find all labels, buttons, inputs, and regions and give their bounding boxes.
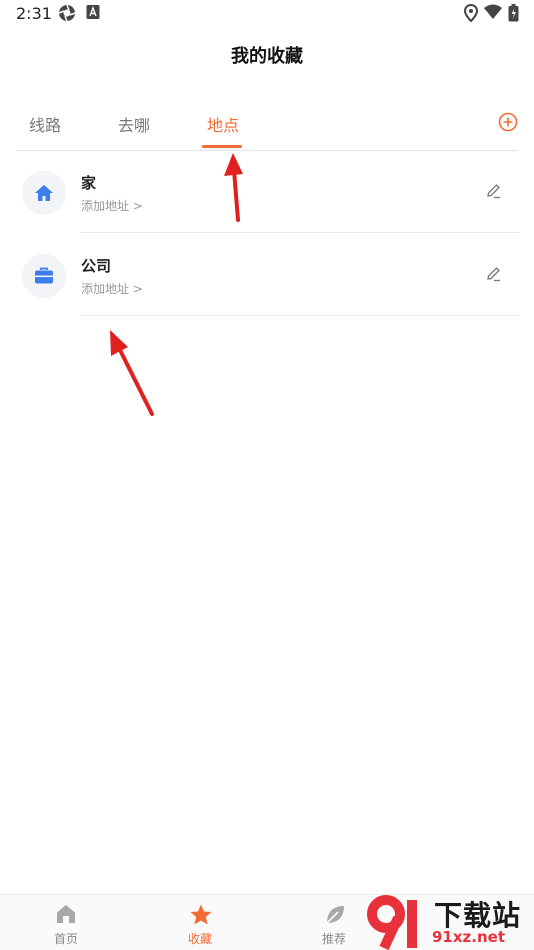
place-item-company[interactable]: 公司 添加地址 > — [0, 234, 534, 316]
place-avatar — [22, 171, 66, 215]
watermark-logo — [367, 895, 417, 950]
nav-label: 首页 — [53, 932, 78, 946]
location-icon — [463, 3, 479, 26]
watermark-url: 91xz.net — [432, 928, 506, 946]
edit-button[interactable] — [484, 264, 504, 284]
star-icon — [190, 904, 212, 925]
page-title: 我的收藏 — [231, 46, 303, 67]
home-icon — [35, 185, 53, 201]
place-name: 家 — [81, 174, 97, 192]
briefcase-icon — [35, 267, 53, 284]
place-avatar — [22, 254, 66, 298]
add-address-link[interactable]: 添加地址 > — [81, 197, 143, 214]
tab-routes[interactable]: 线路 — [29, 112, 61, 136]
aperture-icon — [58, 4, 76, 26]
tab-places[interactable]: 地点 — [207, 112, 239, 136]
status-bar: 2:31 — [0, 0, 534, 28]
wifi-icon — [484, 4, 502, 24]
add-address-link[interactable]: 添加地址 > — [81, 280, 143, 297]
item-divider — [80, 315, 520, 316]
add-circle-icon — [498, 112, 518, 132]
nav-favorites[interactable]: 收藏 — [150, 895, 250, 950]
add-favorite-button[interactable] — [496, 110, 520, 134]
edit-pencil-icon — [487, 184, 500, 199]
nav-label: 收藏 — [187, 932, 212, 946]
site-watermark: 下载站 91xz.net — [364, 892, 534, 950]
active-tab-indicator — [202, 145, 242, 148]
tab-destinations[interactable]: 去哪 — [118, 112, 150, 136]
edit-button[interactable] — [484, 181, 504, 201]
place-name: 公司 — [81, 257, 112, 275]
battery-icon — [508, 4, 519, 26]
nav-home[interactable]: 首页 — [16, 895, 116, 950]
home-icon — [57, 905, 75, 923]
app-screen: 2:31 我的收藏 线路 去哪 地点 家 添加地址 > 公司 添加地址 > 首页… — [0, 0, 534, 950]
place-item-home[interactable]: 家 添加地址 > — [0, 151, 534, 233]
arrow-to-place-list — [110, 330, 154, 416]
status-time: 2:31 — [16, 4, 52, 23]
leaf-icon — [326, 906, 344, 924]
app-notification-icon — [86, 4, 100, 24]
item-divider — [80, 232, 520, 233]
edit-pencil-icon — [487, 267, 500, 282]
tab-bar: 线路 去哪 地点 — [0, 108, 534, 150]
